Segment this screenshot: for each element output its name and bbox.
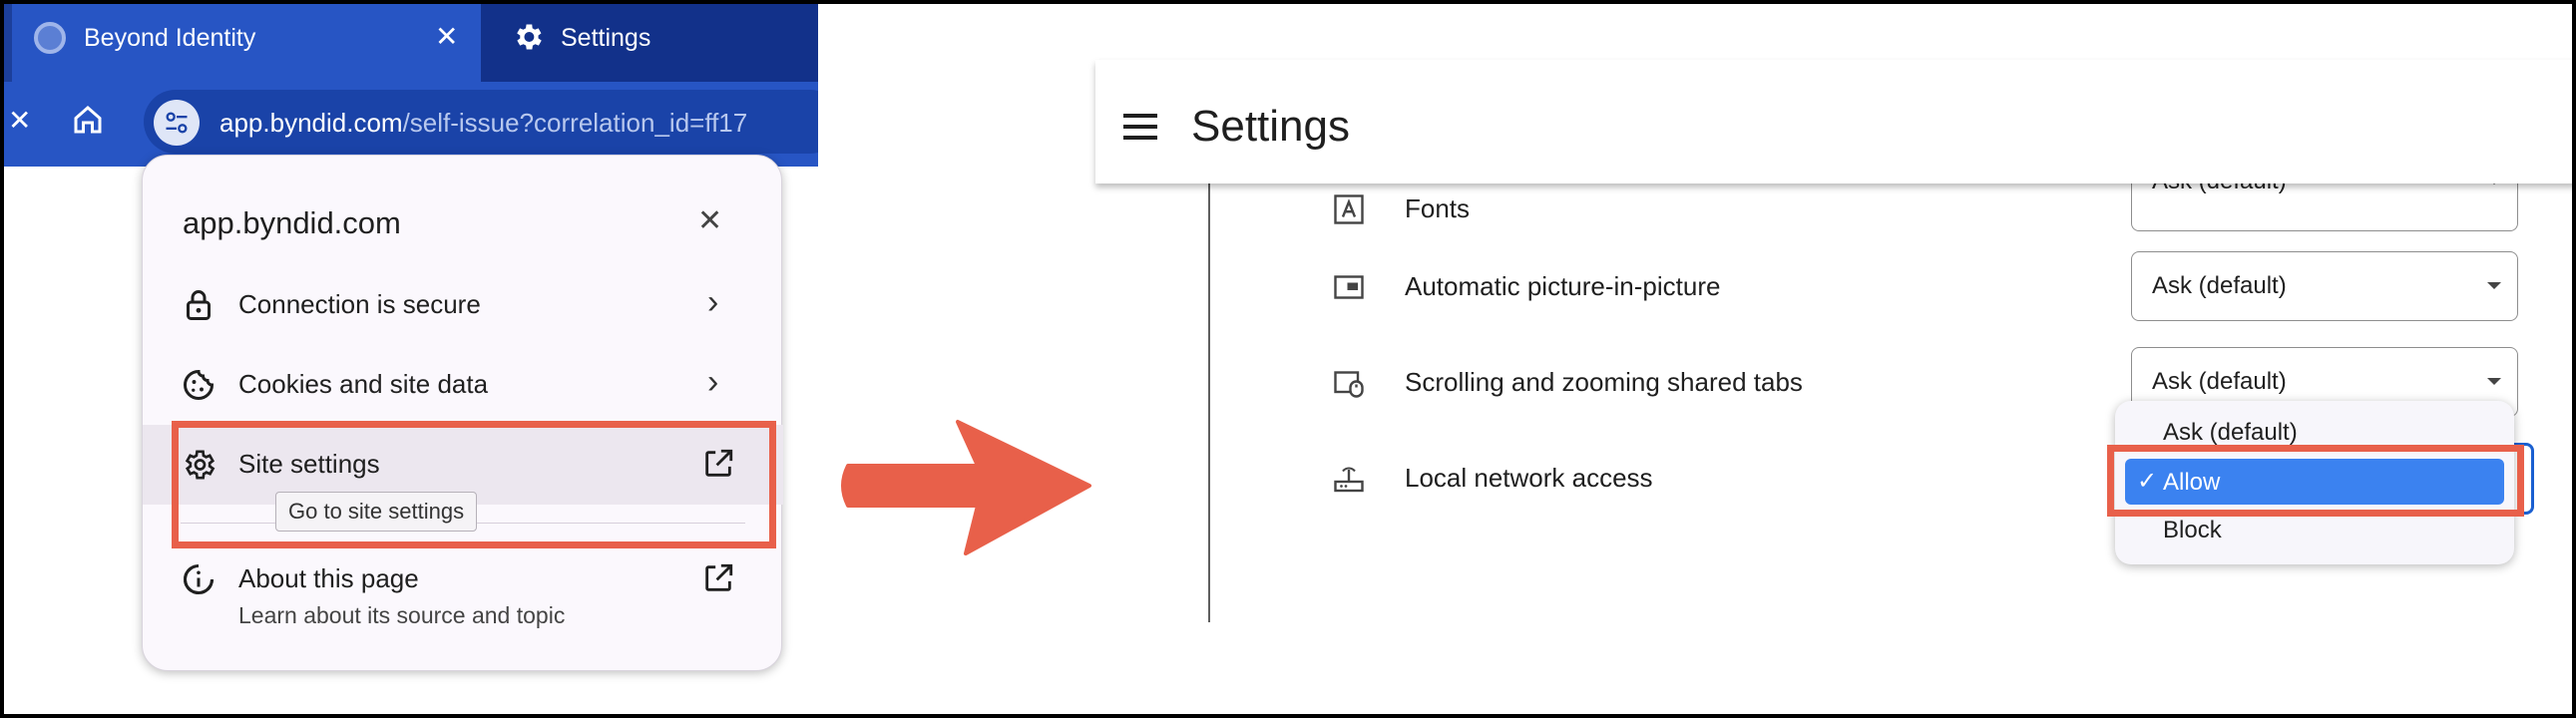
option-ask-default[interactable]: Ask (default): [2163, 419, 2298, 447]
select-value: Ask (default): [2152, 272, 2287, 299]
setting-label: Automatic picture-in-picture: [1405, 271, 1721, 301]
external-link-icon: [705, 563, 733, 591]
gear-icon: [517, 24, 542, 50]
chevron-right-icon: ›: [707, 283, 719, 321]
info-icon: [184, 564, 214, 594]
scroll-zoom-icon: [1334, 371, 1364, 398]
url-path: /self-issue?correlation_id=ff17: [402, 108, 748, 138]
option-allow[interactable]: ✓ Allow: [2125, 459, 2504, 505]
setting-row-fonts: Fonts Ask (default): [1095, 162, 2576, 257]
tab-beyond-identity[interactable]: Beyond Identity ✕: [12, 4, 481, 82]
home-icon[interactable]: [70, 102, 106, 138]
address-bar[interactable]: app.byndid.com/self-issue?correlation_id…: [144, 90, 818, 154]
caret-down-icon: [2487, 282, 2501, 289]
url-text: app.byndid.com/self-issue?correlation_id…: [219, 108, 747, 139]
close-tab-icon[interactable]: ✕: [435, 20, 458, 53]
router-icon: [1334, 467, 1364, 493]
setting-label: Fonts: [1405, 193, 1471, 223]
tooltip: Go to site settings: [275, 492, 478, 532]
item-label: Site settings: [238, 449, 380, 479]
chevron-right-icon: ›: [707, 363, 719, 401]
browser-chrome: Beyond Identity ✕ Settings ✕ app.byndid.…: [4, 4, 818, 167]
loading-favicon-icon: [34, 22, 66, 54]
item-label: About this page: [238, 563, 419, 593]
about-subtitle: Learn about its source and topic: [238, 602, 566, 628]
gear-icon: [185, 450, 215, 480]
page-title: Settings: [1191, 102, 1350, 151]
popup-title: app.byndid.com: [183, 205, 401, 240]
setting-label: Local network access: [1405, 463, 1653, 493]
menu-icon[interactable]: [1123, 114, 1157, 142]
connection-secure-item[interactable]: Connection is secure ›: [143, 265, 783, 345]
option-label: Allow: [2163, 469, 2221, 496]
tab-settings[interactable]: Settings: [481, 4, 818, 82]
pip-icon: [1334, 275, 1364, 299]
site-info-popup: app.byndid.com ✕ Connection is secure › …: [142, 155, 783, 671]
cookies-item[interactable]: Cookies and site data ›: [143, 345, 783, 425]
fonts-icon: [1334, 194, 1364, 224]
tab-strip: Beyond Identity ✕ Settings: [4, 4, 818, 82]
checkmark-icon: ✓: [2137, 468, 2158, 495]
item-label: Cookies and site data: [238, 369, 489, 399]
pip-select[interactable]: Ask (default): [2131, 251, 2518, 321]
local-network-dropdown: Ask (default) ✓ Allow Block: [2115, 401, 2514, 564]
external-link-icon: [705, 449, 733, 477]
tab-title: Settings: [561, 24, 651, 52]
setting-label: Scrolling and zooming shared tabs: [1405, 367, 1803, 397]
caret-down-icon: [2487, 378, 2501, 385]
settings-header: Settings: [1095, 60, 2576, 183]
close-icon[interactable]: ✕: [697, 203, 722, 238]
tab-title: Beyond Identity: [84, 24, 256, 52]
url-domain: app.byndid.com: [219, 108, 403, 138]
cookie-icon: [184, 369, 215, 400]
stop-icon[interactable]: ✕: [8, 104, 31, 137]
select-value: Ask (default): [2152, 368, 2287, 395]
setting-row-pip: Automatic picture-in-picture Ask (defaul…: [1095, 251, 2576, 321]
option-block[interactable]: Block: [2163, 517, 2222, 544]
site-controls-icon[interactable]: [154, 100, 200, 146]
arrow-icon: [841, 420, 1091, 555]
item-label: Connection is secure: [238, 289, 481, 319]
lock-icon: [187, 290, 211, 320]
